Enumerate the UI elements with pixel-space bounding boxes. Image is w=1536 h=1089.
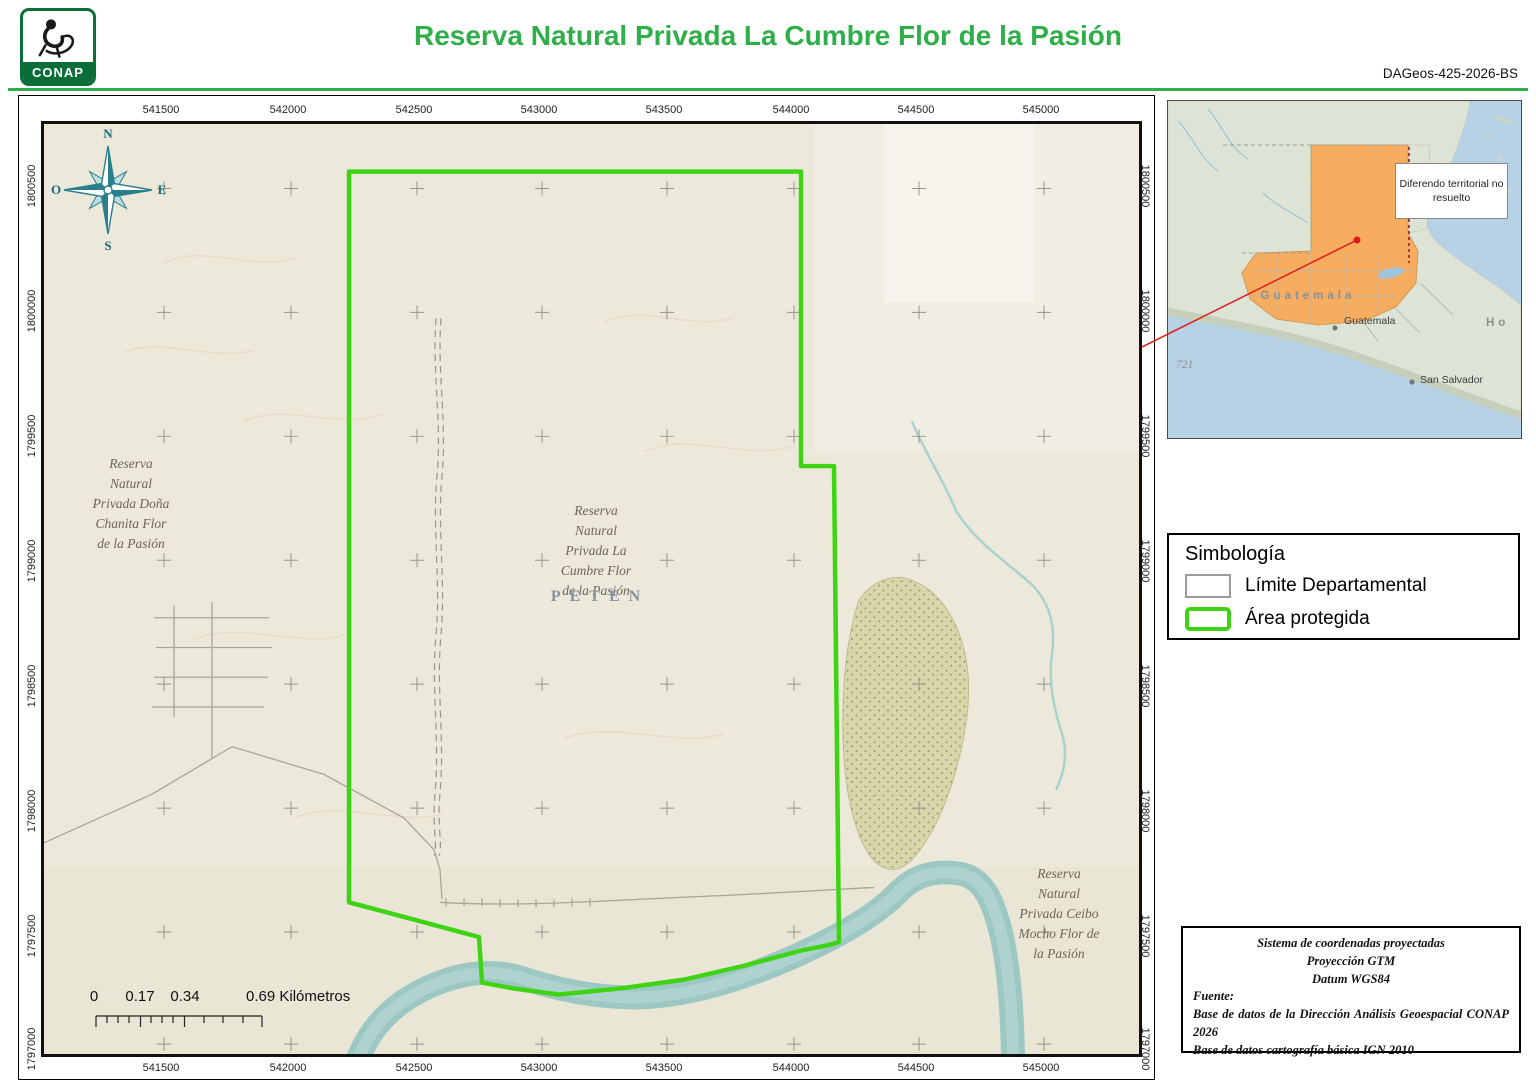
- coordinate-label: 543000: [521, 104, 558, 116]
- coordinate-label: 1798500: [26, 665, 38, 708]
- legend-item-label: Área protegida: [1245, 608, 1370, 630]
- country-label: Guatemala: [1261, 290, 1356, 302]
- legend-item-area-protegida: Área protegida: [1185, 607, 1502, 631]
- header-divider: [8, 88, 1528, 91]
- legend-title: Simbología: [1185, 543, 1502, 566]
- coordinate-label: 1798000: [26, 790, 38, 833]
- coordinate-label: 542500: [396, 104, 433, 116]
- scale-tick-label: 0: [90, 988, 98, 1005]
- coordinate-label: 1800000: [1139, 290, 1151, 333]
- san-salvador-city-dot: [1409, 379, 1414, 384]
- scale-tick-label: 0.17: [125, 988, 154, 1005]
- coordinate-label: 542000: [270, 1062, 307, 1074]
- coordinate-label: 1800500: [1139, 165, 1151, 208]
- coordinate-label: 1797500: [26, 915, 38, 958]
- limite-departamental-swatch: [1185, 574, 1231, 598]
- coordinate-label: 1799000: [1139, 540, 1151, 583]
- city-label-guatemala: Guatemala: [1344, 315, 1395, 327]
- compass-rose-icon: N E S O: [50, 126, 170, 254]
- source-label: Fuente:: [1193, 988, 1509, 1006]
- coordinate-label: 543500: [646, 104, 683, 116]
- legend-item-limite-departamental: Límite Departamental: [1185, 574, 1502, 598]
- coordinate-label: 1797000: [26, 1028, 38, 1071]
- coordinate-label: 1797000: [1139, 1028, 1151, 1071]
- inset-graphics: [1168, 101, 1521, 438]
- reserve-label-right: Reserva Natural Privada Ceibo Mocho Flor…: [1019, 864, 1100, 964]
- map-frame: N E S O Reserva Natural Privada Doña Cha…: [18, 95, 1155, 1080]
- coordinate-label: 542500: [396, 1062, 433, 1074]
- coord-system-text: Sistema de coordenadas proyectadas: [1193, 935, 1509, 953]
- coordinate-label: 544500: [898, 1062, 935, 1074]
- coordinate-label: 1797500: [1139, 915, 1151, 958]
- reserve-label-center: Reserva Natural Privada La Cumbre Flor d…: [561, 501, 631, 601]
- source-2-text: Base de datos cartografía básica IGN 201…: [1193, 1042, 1509, 1060]
- map-canvas: N E S O Reserva Natural Privada Doña Cha…: [41, 121, 1142, 1057]
- scale-end-label: 0.69 Kilómetros: [246, 988, 350, 1005]
- coordinate-label: 543500: [646, 1062, 683, 1074]
- area-protegida-swatch: [1185, 607, 1231, 631]
- coordinate-label: 544000: [773, 104, 810, 116]
- route-number-label: 721: [1176, 359, 1193, 371]
- coordinate-label: 1799500: [26, 415, 38, 458]
- datum-text: Datum WGS84: [1193, 971, 1509, 989]
- map-document: CONAP Reserva Natural Privada La Cumbre …: [0, 0, 1536, 1089]
- projection-text: Proyección GTM: [1193, 953, 1509, 971]
- coordinate-label: 542000: [270, 104, 307, 116]
- legend-item-label: Límite Departamental: [1245, 575, 1427, 597]
- monkey-icon: [27, 15, 89, 59]
- scale-tick-label: 0.34: [170, 988, 199, 1005]
- coordinate-label: 1800000: [26, 290, 38, 333]
- coordinate-label: 1798500: [1139, 665, 1151, 708]
- legend: Simbología Límite Departamental Área pro…: [1167, 533, 1520, 640]
- coordinate-label: 543000: [521, 1062, 558, 1074]
- inset-map: Diferendo territorial no resuelto Guatem…: [1167, 100, 1522, 439]
- territorial-note: Diferendo territorial no resuelto: [1395, 163, 1508, 219]
- light-terrain-patch: [884, 124, 1034, 302]
- department-label: PETEN: [551, 588, 649, 606]
- coordinate-label: 1798000: [1139, 790, 1151, 833]
- compass-s: S: [104, 238, 111, 253]
- compass-e: E: [158, 182, 167, 197]
- source-1-text: Base de datos de la Dirección Análisis G…: [1193, 1006, 1509, 1042]
- partial-country-label: Ho: [1486, 317, 1509, 329]
- coordinate-label: 541500: [143, 104, 180, 116]
- coordinate-label: 1799500: [1139, 415, 1151, 458]
- compass-n: N: [103, 126, 113, 141]
- city-label-san-salvador: San Salvador: [1420, 374, 1483, 386]
- reserve-label-left: Reserva Natural Privada Doña Chanita Flo…: [93, 454, 170, 554]
- conap-logo-text: CONAP: [23, 62, 93, 83]
- guatemala-city-dot: [1332, 325, 1337, 330]
- coordinate-label: 545000: [1023, 1062, 1060, 1074]
- conap-logo: CONAP: [20, 8, 96, 86]
- coordinate-label: 544000: [773, 1062, 810, 1074]
- coordinate-label: 541500: [143, 1062, 180, 1074]
- coordinate-label: 544500: [898, 104, 935, 116]
- doc-code: DAGeos-425-2026-BS: [1383, 66, 1518, 81]
- page-title: Reserva Natural Privada La Cumbre Flor d…: [414, 20, 1122, 52]
- coordinate-label: 1800500: [26, 165, 38, 208]
- coordinate-label: 1799000: [26, 540, 38, 583]
- scale-bar: 0 0.17 0.34 0.69 Kilómetros: [89, 986, 449, 1046]
- scale-ruler: [89, 1013, 289, 1031]
- coordinate-label: 545000: [1023, 104, 1060, 116]
- compass-o: O: [51, 182, 61, 197]
- credits-box: Sistema de coordenadas proyectadas Proye…: [1181, 926, 1521, 1053]
